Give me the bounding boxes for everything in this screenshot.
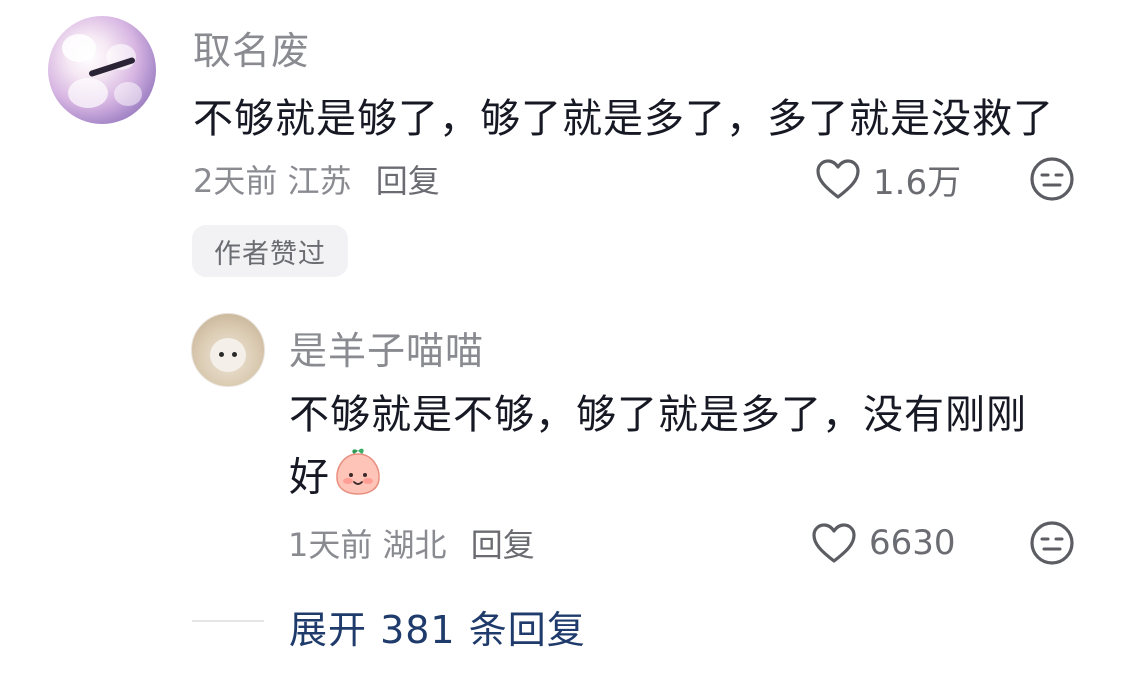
author-liked-badge: 作者赞过 [192, 225, 348, 277]
heart-outline-icon [812, 523, 856, 563]
dislike-face-icon [1030, 521, 1074, 565]
reply-text: 不够就是不够，够了就是多了，没有刚刚好 [289, 392, 1027, 501]
reply-meta: 1天前 湖北 回复 [288, 520, 535, 566]
comment-text: 不够就是够了，够了就是多了，多了就是没救了 [193, 96, 1054, 142]
like-button[interactable]: 1.6万 [815, 156, 962, 203]
comment-username[interactable]: 取名废 [193, 20, 310, 75]
comment-time: 2天前 [193, 162, 278, 200]
reply-time: 1天前 [288, 526, 373, 564]
comment-meta: 2天前 江苏 回复 [193, 156, 440, 202]
reply-like-count: 6630 [869, 523, 956, 563]
dislike-face-icon [1030, 157, 1074, 201]
reply-dislike-button[interactable] [1029, 520, 1075, 570]
reply-reply-button[interactable]: 回复 [471, 526, 535, 564]
peach-bun-emoji-icon [332, 445, 384, 514]
reply-avatar[interactable] [191, 313, 265, 387]
comment-location: 江苏 [287, 162, 352, 200]
reply-location: 湖北 [382, 526, 447, 564]
like-count: 1.6万 [873, 162, 962, 203]
reply-button[interactable]: 回复 [376, 162, 440, 200]
reply-username[interactable]: 是羊子喵喵 [289, 320, 484, 375]
avatar[interactable] [48, 16, 156, 124]
heart-outline-icon [816, 159, 860, 199]
expand-divider [192, 620, 264, 622]
reply-like-button[interactable]: 6630 [811, 520, 956, 566]
dislike-button[interactable] [1029, 156, 1075, 206]
reply-text-block: 不够就是不够，够了就是多了，没有刚刚好 [289, 385, 1049, 514]
expand-replies-button[interactable]: 展开 381 条回复 [289, 599, 586, 654]
